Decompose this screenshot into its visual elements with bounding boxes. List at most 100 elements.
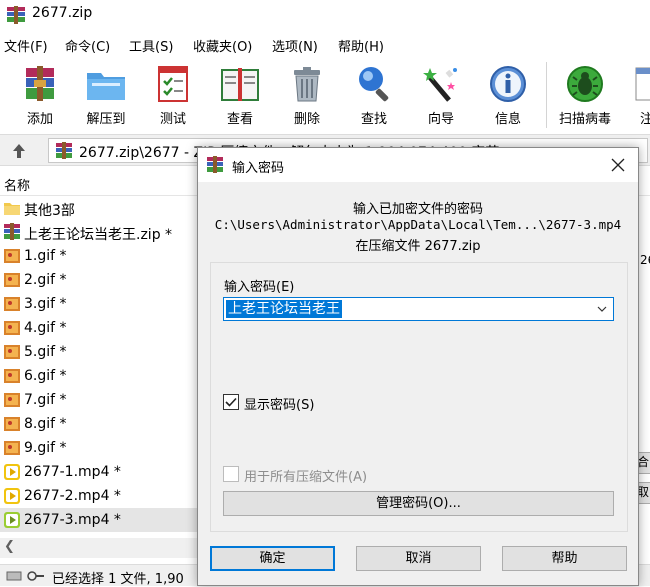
test-label: 测试: [159, 112, 186, 127]
zip-archive-icon: [4, 223, 20, 240]
test-button[interactable]: 测试: [142, 60, 204, 130]
list-item[interactable]: 1.gif *: [0, 244, 200, 268]
list-item[interactable]: 5.gif *: [0, 340, 200, 364]
winrar-app-icon: [207, 156, 223, 173]
comment-button[interactable]: 注: [624, 60, 650, 130]
dialog-title: 输入密码: [232, 161, 285, 176]
list-item[interactable]: 6.gif *: [0, 364, 200, 388]
title-bar: 2677.zip: [0, 0, 650, 30]
use-for-all-checkbox[interactable]: [223, 466, 239, 482]
dialog-title-bar: 输入密码: [198, 148, 638, 182]
menu-help[interactable]: 帮助(H): [338, 36, 384, 55]
up-arrow-icon[interactable]: [6, 140, 32, 162]
item-name: 3.gif *: [24, 296, 67, 312]
window-title: 2677.zip: [32, 5, 93, 21]
add-archive-icon: [26, 66, 54, 101]
find-button[interactable]: 查找: [343, 60, 405, 130]
drive-key-icon: [6, 571, 44, 581]
password-dialog: 输入密码 输入已加密文件的密码 C:\Users\Administrator\A…: [197, 147, 639, 586]
scroll-left-icon[interactable]: ❮: [4, 539, 15, 554]
show-password-checkbox[interactable]: [223, 394, 239, 410]
horizontal-scrollbar[interactable]: ❮: [0, 538, 200, 558]
menu-bar: 文件(F) 命令(C) 工具(S) 收藏夹(O) 选项(N) 帮助(H): [0, 34, 650, 56]
delete-label: 删除: [293, 112, 320, 127]
list-item[interactable]: 3.gif *: [0, 292, 200, 316]
status-text: 已经选择 1 文件, 1,90: [52, 572, 184, 587]
item-name: 2677-3.mp4 *: [24, 512, 121, 528]
extract-button[interactable]: 解压到: [75, 60, 137, 130]
list-item[interactable]: 2677-1.mp4 *: [0, 460, 200, 484]
list-item[interactable]: 其他3部: [0, 196, 200, 220]
gif-image-icon: [4, 441, 20, 455]
scan-virus-button[interactable]: 扫描病毒: [554, 60, 616, 130]
item-name: 上老王论坛当老王.zip *: [24, 227, 173, 243]
item-name: 2.gif *: [24, 272, 67, 288]
menu-favorites[interactable]: 收藏夹(O): [193, 36, 252, 55]
add-label: 添加: [26, 112, 53, 127]
item-name: 2677-2.mp4 *: [24, 488, 121, 504]
archive-icon: [56, 142, 72, 159]
list-item[interactable]: 9.gif *: [0, 436, 200, 460]
list-item[interactable]: 2.gif *: [0, 268, 200, 292]
list-item[interactable]: 4.gif *: [0, 316, 200, 340]
find-label: 查找: [360, 112, 387, 127]
ok-button[interactable]: 确定: [210, 546, 335, 571]
checkmark-icon: [225, 397, 237, 407]
info-icon: [490, 66, 526, 102]
list-item[interactable]: 上老王论坛当老王.zip *: [0, 220, 200, 244]
extract-folder-icon: [87, 73, 125, 100]
column-name-header[interactable]: 名称: [4, 175, 30, 194]
item-name: 5.gif *: [24, 344, 67, 360]
item-name: 6.gif *: [24, 368, 67, 384]
scan-virus-label: 扫描病毒: [558, 112, 611, 127]
gif-image-icon: [4, 345, 20, 359]
item-name: 9.gif *: [24, 440, 67, 456]
item-name: 4.gif *: [24, 320, 67, 336]
winrar-app-icon: [7, 6, 25, 24]
dialog-archive-name: 在压缩文件 2677.zip: [355, 239, 481, 254]
list-item[interactable]: 8.gif *: [0, 412, 200, 436]
folder-icon: [4, 203, 20, 215]
item-name: 7.gif *: [24, 392, 67, 408]
video-play-icon: [4, 488, 20, 504]
show-password-label[interactable]: 显示密码(S): [244, 394, 314, 413]
dialog-file-path: C:\Users\Administrator\AppData\Local\Tem…: [214, 217, 622, 232]
cancel-button[interactable]: 取消: [356, 546, 481, 571]
add-button[interactable]: 添加: [9, 60, 71, 130]
menu-options[interactable]: 选项(N): [272, 36, 318, 55]
gif-image-icon: [4, 321, 20, 335]
list-item[interactable]: 2677-2.mp4 *: [0, 484, 200, 508]
password-input[interactable]: 上老王论坛当老王: [223, 297, 614, 321]
delete-button[interactable]: 删除: [276, 60, 338, 130]
use-for-all-label[interactable]: 用于所有压缩文件(A): [244, 466, 367, 485]
virus-scan-icon: [567, 66, 603, 102]
wizard-label: 向导: [427, 112, 454, 127]
column-value-fragment: 26: [640, 253, 650, 267]
info-button[interactable]: 信息: [477, 60, 539, 130]
extract-label: 解压到: [86, 112, 126, 127]
help-button[interactable]: 帮助: [502, 546, 627, 571]
gif-image-icon: [4, 273, 20, 287]
menu-tools[interactable]: 工具(S): [129, 36, 173, 55]
view-book-icon: [221, 68, 259, 101]
gif-image-icon: [4, 369, 20, 383]
wizard-button[interactable]: 向导: [410, 60, 472, 130]
toolbar: 添加 解压到 测试 查看 删除 查找 向导 信息 扫描病毒 注: [0, 58, 650, 132]
gif-image-icon: [4, 297, 20, 311]
item-name: 8.gif *: [24, 416, 67, 432]
menu-commands[interactable]: 命令(C): [65, 36, 110, 55]
view-label: 查看: [226, 112, 253, 127]
view-button[interactable]: 查看: [209, 60, 271, 130]
manage-passwords-button[interactable]: 管理密码(O)...: [223, 491, 614, 516]
password-label: 输入密码(E): [224, 280, 295, 295]
list-item-selected[interactable]: 2677-3.mp4 *: [0, 508, 200, 532]
close-icon[interactable]: [608, 155, 628, 175]
video-play-icon: [4, 512, 20, 528]
password-value: 上老王论坛当老王: [226, 300, 342, 318]
comment-label: 注: [640, 112, 650, 127]
video-play-icon: [4, 464, 20, 480]
chevron-down-icon[interactable]: [595, 301, 609, 317]
gif-image-icon: [4, 417, 20, 431]
menu-file[interactable]: 文件(F): [4, 36, 48, 55]
list-item[interactable]: 7.gif *: [0, 388, 200, 412]
